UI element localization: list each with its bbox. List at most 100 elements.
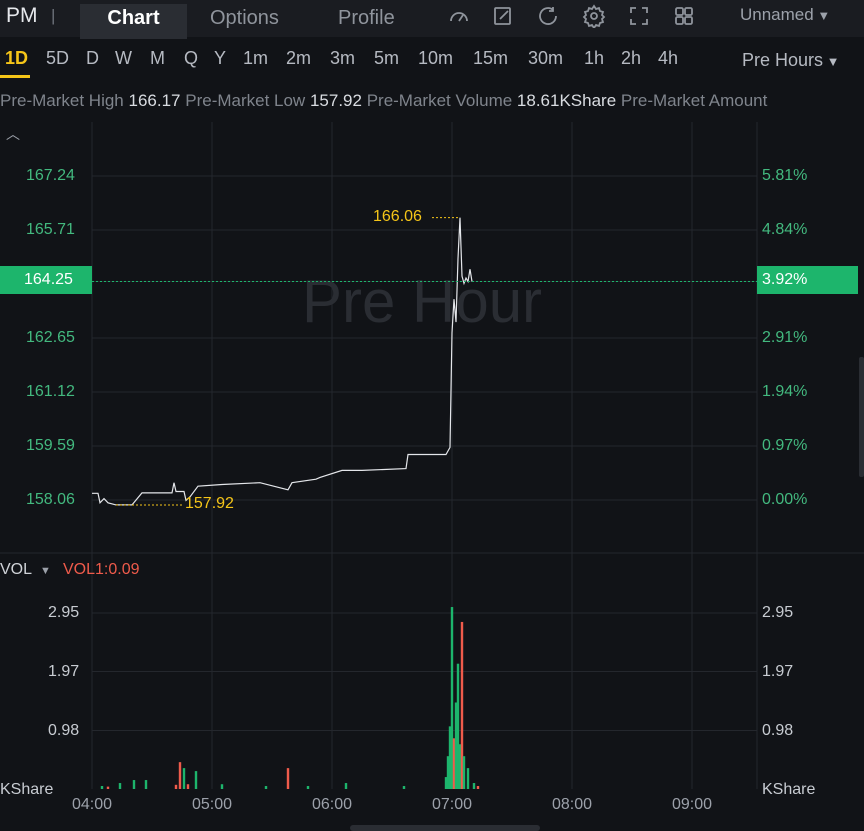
price-tick: 162.65	[26, 329, 75, 346]
separator: |	[51, 6, 56, 25]
low-marker-label: 157.92	[185, 495, 234, 512]
vertical-scrollbar[interactable]	[859, 357, 864, 477]
price-tick: 159.59	[26, 437, 75, 454]
interval-5m[interactable]: 5m	[374, 48, 399, 69]
horizontal-scrollbar[interactable]	[350, 825, 540, 831]
volume-tick: 0.98	[48, 722, 80, 739]
caret-down-icon: ▼	[823, 54, 840, 69]
volume-bar	[194, 771, 198, 789]
time-tick: 04:00	[72, 796, 113, 813]
ticker-symbol[interactable]: PM	[6, 4, 38, 28]
interval-3m[interactable]: 3m	[330, 48, 355, 69]
draw-icon[interactable]	[491, 4, 515, 28]
chevron-down-icon: ▼	[813, 8, 831, 23]
interval-10m[interactable]: 10m	[418, 48, 453, 69]
refresh-icon[interactable]	[536, 4, 560, 28]
session-selector[interactable]: Pre Hours ▼	[742, 50, 840, 71]
gauge-icon[interactable]	[447, 4, 471, 28]
tab-options[interactable]: Options	[210, 4, 279, 39]
fullscreen-icon[interactable]	[627, 4, 651, 28]
caret-down-icon: ▼	[40, 565, 51, 577]
premarket-stats: Pre-Market High 166.17 Pre-Market Low 15…	[0, 91, 864, 111]
interval-2m[interactable]: 2m	[286, 48, 311, 69]
high-marker-label: 166.06	[373, 208, 422, 225]
stat-high-value: 166.17	[128, 91, 181, 110]
interval-m[interactable]: M	[150, 48, 165, 69]
volume-bar	[178, 762, 182, 789]
price-chart[interactable]: Pre Hour	[0, 122, 864, 831]
volume-bar	[462, 756, 466, 789]
volume-bar	[286, 768, 290, 789]
grid-layout-icon[interactable]	[672, 4, 696, 28]
volume-bar	[174, 784, 178, 789]
interval-30m[interactable]: 30m	[528, 48, 563, 69]
gear-icon[interactable]	[582, 4, 606, 30]
volume-bar	[220, 784, 224, 789]
interval-1h[interactable]: 1h	[584, 48, 604, 69]
layout-selector[interactable]: Unnamed ▼	[740, 5, 830, 25]
volume-bar	[100, 786, 104, 789]
stat-volume-value: 18.61KShare	[516, 91, 617, 110]
volume-bar	[466, 768, 470, 789]
pct-tick: 0.00%	[762, 491, 808, 508]
volume-bar	[144, 780, 148, 789]
stat-amount-label: Pre-Market Amount	[620, 91, 768, 110]
volume-bar	[118, 783, 122, 789]
volume-indicator-value: VOL1:0.09	[63, 561, 140, 578]
time-tick: 09:00	[672, 796, 713, 813]
tab-chart[interactable]: Chart	[80, 4, 187, 39]
volume-bar	[132, 780, 136, 789]
volume-unit-label: KShare	[762, 781, 816, 798]
stat-high-label: Pre-Market High	[0, 91, 124, 110]
price-series-line	[92, 217, 473, 506]
volume-bar	[344, 783, 348, 789]
interval-d[interactable]: D	[86, 48, 99, 69]
interval-q[interactable]: Q	[184, 48, 198, 69]
volume-bar	[264, 786, 268, 789]
tab-profile[interactable]: Profile	[338, 4, 395, 39]
stat-volume-label: Pre-Market Volume	[366, 91, 513, 110]
layout-name: Unnamed	[740, 5, 814, 24]
interval-4h[interactable]: 4h	[658, 48, 678, 69]
time-tick: 08:00	[552, 796, 593, 813]
volume-bar	[106, 786, 110, 789]
pct-tick: 0.97%	[762, 437, 808, 454]
interval-5d[interactable]: 5D	[46, 48, 69, 69]
price-tick: 161.12	[26, 383, 75, 400]
volume-bar	[402, 786, 406, 789]
pct-tick: 1.94%	[762, 383, 808, 400]
current-price-tag: 164.25	[0, 266, 92, 294]
current-pct-tag: 3.92%	[757, 266, 858, 294]
stat-low-label: Pre-Market Low	[185, 91, 306, 110]
session-label: Pre Hours	[742, 50, 824, 70]
volume-tick: 1.97	[48, 663, 80, 680]
volume-tick: 1.97	[762, 663, 794, 680]
pct-tick: 2.91%	[762, 329, 808, 346]
interval-15m[interactable]: 15m	[473, 48, 508, 69]
time-tick: 07:00	[432, 796, 473, 813]
volume-panel-title[interactable]: VOL ▼	[0, 561, 51, 579]
price-tick: 158.06	[26, 491, 75, 508]
price-tick: 167.24	[26, 167, 75, 184]
time-tick: 06:00	[312, 796, 353, 813]
interval-1m[interactable]: 1m	[243, 48, 268, 69]
price-tick: 165.71	[26, 221, 75, 238]
volume-bar	[476, 786, 480, 789]
vol-label: VOL	[0, 561, 33, 578]
stat-low-value: 157.92	[309, 91, 362, 110]
interval-y[interactable]: Y	[214, 48, 226, 69]
volume-bar	[306, 786, 310, 789]
volume-tick: 0.98	[762, 722, 794, 739]
volume-bar	[472, 783, 476, 789]
volume-bar	[186, 784, 190, 789]
interval-w[interactable]: W	[115, 48, 132, 69]
volume-tick: 2.95	[48, 604, 80, 621]
volume-bar	[182, 768, 186, 789]
pct-tick: 5.81%	[762, 167, 808, 184]
interval-1d[interactable]: 1D	[5, 48, 28, 69]
volume-unit-label: KShare	[0, 781, 54, 798]
watermark-text: Pre Hour	[302, 268, 542, 335]
volume-tick: 2.95	[762, 604, 794, 621]
interval-2h[interactable]: 2h	[621, 48, 641, 69]
active-interval-underline	[0, 75, 30, 78]
